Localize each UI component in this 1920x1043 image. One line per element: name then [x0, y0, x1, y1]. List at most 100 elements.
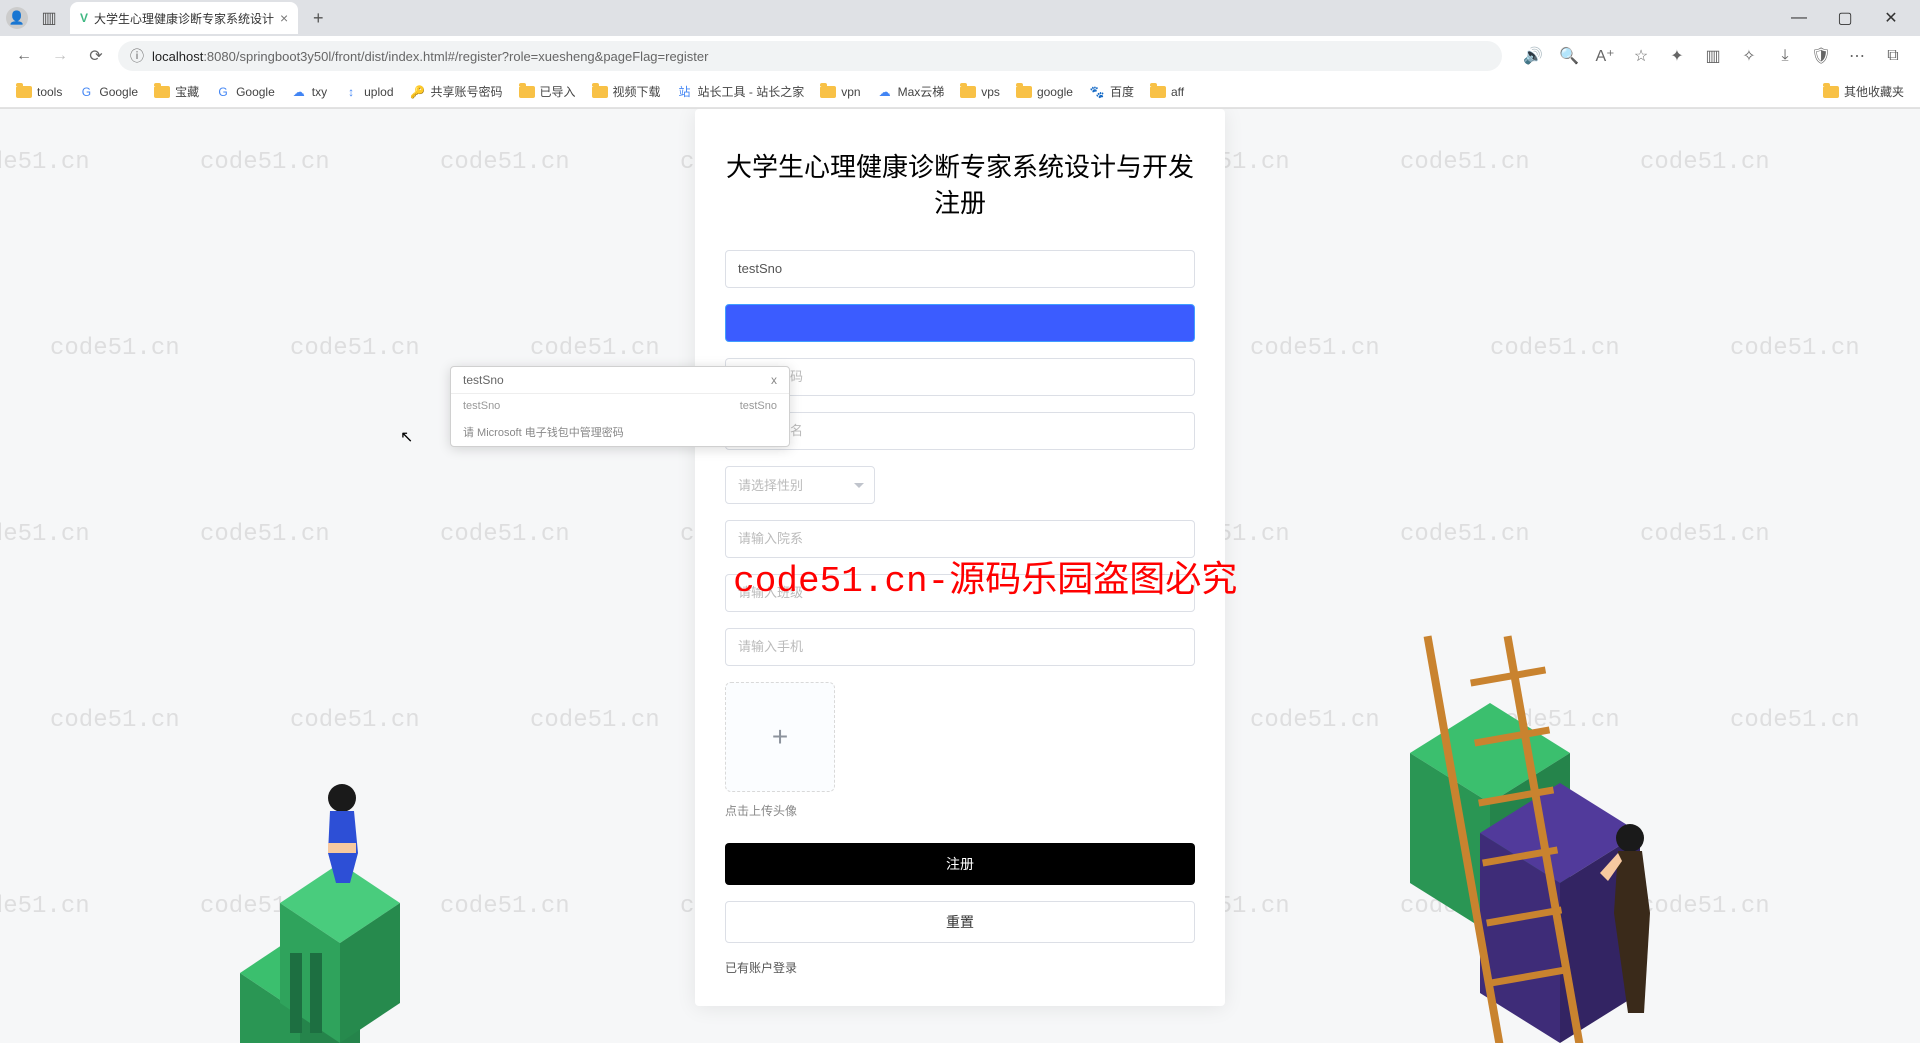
- zoom-icon[interactable]: 🔍: [1552, 41, 1586, 71]
- bookmark-label: vps: [981, 85, 1000, 99]
- url-text: localhost:8080/springboot3y50l/front/dis…: [152, 49, 1490, 64]
- bookmark-item[interactable]: google: [1010, 81, 1079, 103]
- bookmark-label: tools: [37, 85, 62, 99]
- autofill-close-icon[interactable]: x: [771, 373, 777, 387]
- bookmark-label: uplod: [364, 85, 393, 99]
- extension-icon[interactable]: ✦: [1660, 41, 1694, 71]
- bookmark-item[interactable]: ☁txy: [285, 80, 333, 104]
- close-window-button[interactable]: ✕: [1868, 0, 1914, 36]
- watermark-text: code51.cn: [0, 521, 90, 548]
- bookmark-item[interactable]: tools: [10, 81, 68, 103]
- register-button[interactable]: 注册: [725, 843, 1195, 885]
- watermark-text: code51.cn: [1490, 335, 1620, 362]
- already-account-link[interactable]: 已有账户登录: [725, 959, 1195, 976]
- name-input[interactable]: [725, 412, 1195, 450]
- favicon-icon: G: [78, 84, 94, 100]
- favicon-icon: 🔑: [410, 84, 426, 100]
- download-icon[interactable]: ⤓: [1768, 41, 1802, 71]
- bookmark-label: 站长工具 - 站长之家: [698, 83, 805, 100]
- bookmark-label: vpn: [841, 85, 860, 99]
- bookmarks-overflow[interactable]: 其他收藏夹: [1817, 79, 1910, 104]
- profile-avatar[interactable]: 👤: [6, 7, 28, 29]
- favicon-icon: ☁: [877, 84, 893, 100]
- bookmark-item[interactable]: 宝藏: [148, 79, 205, 104]
- reader-icon[interactable]: A⁺: [1588, 41, 1622, 71]
- new-tab-button[interactable]: +: [304, 4, 332, 32]
- class-input[interactable]: [725, 574, 1195, 612]
- folder-icon: [1016, 86, 1032, 98]
- tab-strip: 👤 ▥ V 大学生心理健康诊断专家系统设计 × + — ▢ ✕: [0, 0, 1920, 36]
- bookmark-label: 已导入: [540, 83, 576, 100]
- reset-button[interactable]: 重置: [725, 901, 1195, 943]
- bookmark-item[interactable]: 站站长工具 - 站长之家: [671, 79, 811, 104]
- close-tab-icon[interactable]: ×: [280, 10, 288, 26]
- bookmark-item[interactable]: 视频下载: [586, 79, 667, 104]
- site-info-icon[interactable]: ⓘ: [130, 46, 144, 66]
- bookmark-label: google: [1037, 85, 1073, 99]
- folder-icon: [960, 86, 976, 98]
- refresh-button[interactable]: ⟳: [82, 42, 110, 70]
- upload-label: 点击上传头像: [725, 802, 1195, 819]
- maximize-button[interactable]: ▢: [1822, 0, 1868, 36]
- autofill-hint-right: testSno: [740, 400, 777, 412]
- browser-tab[interactable]: V 大学生心理健康诊断专家系统设计 ×: [70, 2, 298, 34]
- autofill-manage-link[interactable]: 请 Microsoft 电子钱包中管理密码: [451, 418, 789, 446]
- register-card: 大学生心理健康诊断专家系统设计与开发注册 请选择性别: [695, 109, 1225, 1006]
- password-input[interactable]: [725, 304, 1195, 342]
- folder-icon: [1150, 86, 1166, 98]
- bookmark-item[interactable]: 🐾百度: [1083, 79, 1140, 104]
- department-input[interactable]: [725, 520, 1195, 558]
- bookmark-item[interactable]: 🔑 共享账号密码: [404, 79, 509, 104]
- bookmark-label: 视频下载: [613, 83, 661, 100]
- confirm-password-input[interactable]: [725, 358, 1195, 396]
- bookmark-item[interactable]: GGoogle: [72, 80, 144, 104]
- student-no-input[interactable]: [725, 250, 1195, 288]
- page-content: code51.cn code51.cn code51.cn code51.cn code…: [0, 109, 1920, 1043]
- decoration-left: [200, 553, 460, 1043]
- avatar-upload[interactable]: +: [725, 682, 835, 792]
- bookmark-item[interactable]: ☁Max云梯: [871, 79, 951, 104]
- phone-input[interactable]: [725, 628, 1195, 666]
- bookmark-label: 共享账号密码: [431, 83, 503, 100]
- bookmark-item[interactable]: aff: [1144, 81, 1190, 103]
- watermark-text: code51.cn: [1250, 335, 1380, 362]
- autofill-username: testSno: [463, 373, 504, 387]
- collections-icon[interactable]: ✧: [1732, 41, 1766, 71]
- watermark-text: code51.cn: [200, 521, 330, 548]
- gender-select[interactable]: 请选择性别: [725, 466, 875, 504]
- bookmark-item[interactable]: vpn: [814, 81, 866, 103]
- shield-icon[interactable]: 🛡: [1804, 41, 1838, 71]
- watermark-text: code51.cn: [1730, 335, 1860, 362]
- split-icon[interactable]: ⧉: [1876, 41, 1910, 71]
- minimize-button[interactable]: —: [1776, 0, 1822, 36]
- folder-icon: [154, 86, 170, 98]
- folder-icon: [820, 86, 836, 98]
- read-aloud-icon[interactable]: 🔊: [1516, 41, 1550, 71]
- folder-icon: [16, 86, 32, 98]
- page-title: 大学生心理健康诊断专家系统设计与开发注册: [725, 149, 1195, 222]
- watermark-text: code51.cn: [0, 893, 90, 920]
- tab-overview-icon[interactable]: ▥: [38, 7, 60, 29]
- favicon-icon: ☁: [291, 84, 307, 100]
- watermark-text: code51.cn: [290, 335, 420, 362]
- folder-icon: [519, 86, 535, 98]
- folder-icon: [592, 86, 608, 98]
- back-button[interactable]: ←: [10, 42, 38, 70]
- watermark-text: code51.cn: [1400, 149, 1530, 176]
- more-menu-icon[interactable]: ⋯: [1840, 41, 1874, 71]
- bookmark-item[interactable]: 已导入: [513, 79, 582, 104]
- watermark-text: code51.cn: [440, 149, 570, 176]
- sidebar-icon[interactable]: ▥: [1696, 41, 1730, 71]
- window-controls: — ▢ ✕: [1776, 0, 1914, 36]
- watermark-text: code51.cn: [1640, 149, 1770, 176]
- bookmark-item[interactable]: vps: [954, 81, 1006, 103]
- bookmark-item[interactable]: GGoogle: [209, 80, 281, 104]
- favorite-icon[interactable]: ☆: [1624, 41, 1658, 71]
- address-bar[interactable]: ⓘ localhost:8080/springboot3y50l/front/d…: [118, 41, 1502, 71]
- vue-favicon-icon: V: [80, 11, 88, 25]
- password-autofill-popup[interactable]: testSno x testSno testSno 请 Microsoft 电子…: [450, 366, 790, 447]
- tab-title: 大学生心理健康诊断专家系统设计: [94, 10, 274, 27]
- bookmark-label: 宝藏: [175, 83, 199, 100]
- forward-button[interactable]: →: [46, 42, 74, 70]
- bookmark-item[interactable]: ↕uplod: [337, 80, 399, 104]
